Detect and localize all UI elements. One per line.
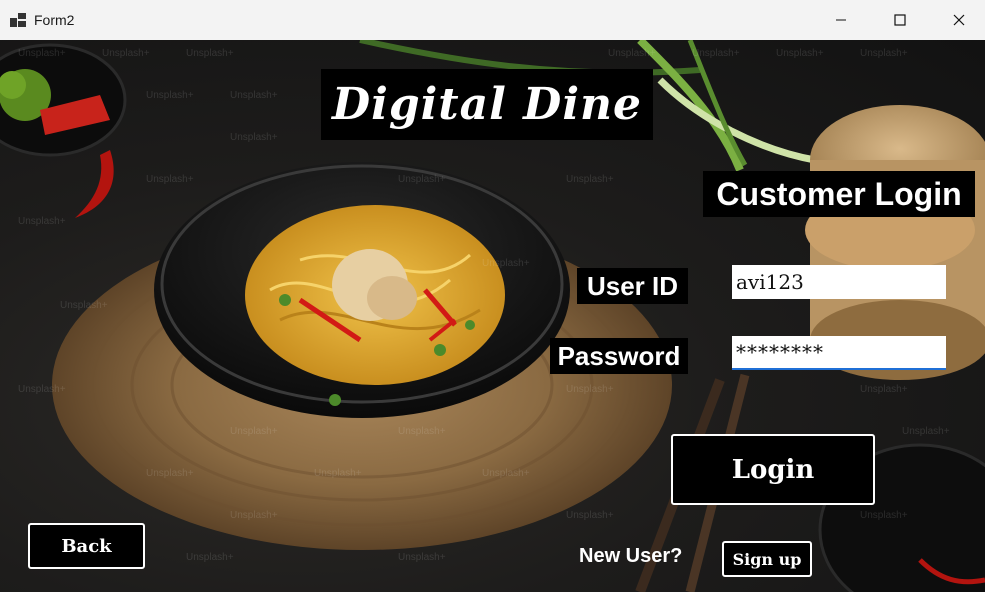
login-button[interactable]: Login [671,434,875,505]
userid-input[interactable] [732,265,946,299]
watermark: Unsplash+ [230,426,278,437]
minimize-button[interactable] [818,0,864,40]
maximize-button[interactable] [877,0,923,40]
watermark: Unsplash+ [230,132,278,143]
window-title: Form2 [34,12,75,28]
title-bar: Form2 [0,0,985,41]
maximize-icon [894,14,906,26]
watermark: Unsplash+ [860,384,908,395]
watermark: Unsplash+ [566,510,614,521]
app-icon [10,13,26,27]
back-button[interactable]: Back [28,523,145,569]
watermark: Unsplash+ [566,174,614,185]
signup-button[interactable]: Sign up [722,541,812,577]
watermark: Unsplash+ [18,48,66,59]
watermark: Unsplash+ [398,552,446,563]
watermark: Unsplash+ [314,468,362,479]
watermark: Unsplash+ [566,384,614,395]
close-icon [953,14,965,26]
new-user-label: New User? [579,545,683,567]
watermark: Unsplash+ [146,174,194,185]
userid-label: User ID [577,268,688,304]
form2-window: Form2 Unsplash+ Unsplash+ Unsplash+ Unsp… [0,0,985,592]
watermark: Unsplash+ [482,258,530,269]
watermark: Unsplash+ [102,48,150,59]
watermark: Unsplash+ [398,174,446,185]
password-input[interactable] [732,336,946,370]
page-title: Customer Login [703,171,975,217]
watermark: Unsplash+ [692,48,740,59]
watermark: Unsplash+ [186,48,234,59]
watermark: Unsplash+ [186,552,234,563]
watermark: Unsplash+ [230,90,278,101]
watermark: Unsplash+ [902,426,950,437]
brand-title: Digital Dine [321,69,653,140]
watermark: Unsplash+ [230,510,278,521]
password-label: Password [550,338,688,374]
minimize-icon [836,19,846,21]
watermark: Unsplash+ [60,300,108,311]
watermark: Unsplash+ [146,90,194,101]
watermark: Unsplash+ [18,384,66,395]
watermark: Unsplash+ [860,48,908,59]
watermark: Unsplash+ [776,48,824,59]
watermark: Unsplash+ [860,510,908,521]
watermark: Unsplash+ [608,48,656,59]
watermark: Unsplash+ [482,468,530,479]
watermark: Unsplash+ [398,426,446,437]
close-button[interactable] [936,0,982,40]
watermark: Unsplash+ [18,216,66,227]
watermark: Unsplash+ [146,468,194,479]
